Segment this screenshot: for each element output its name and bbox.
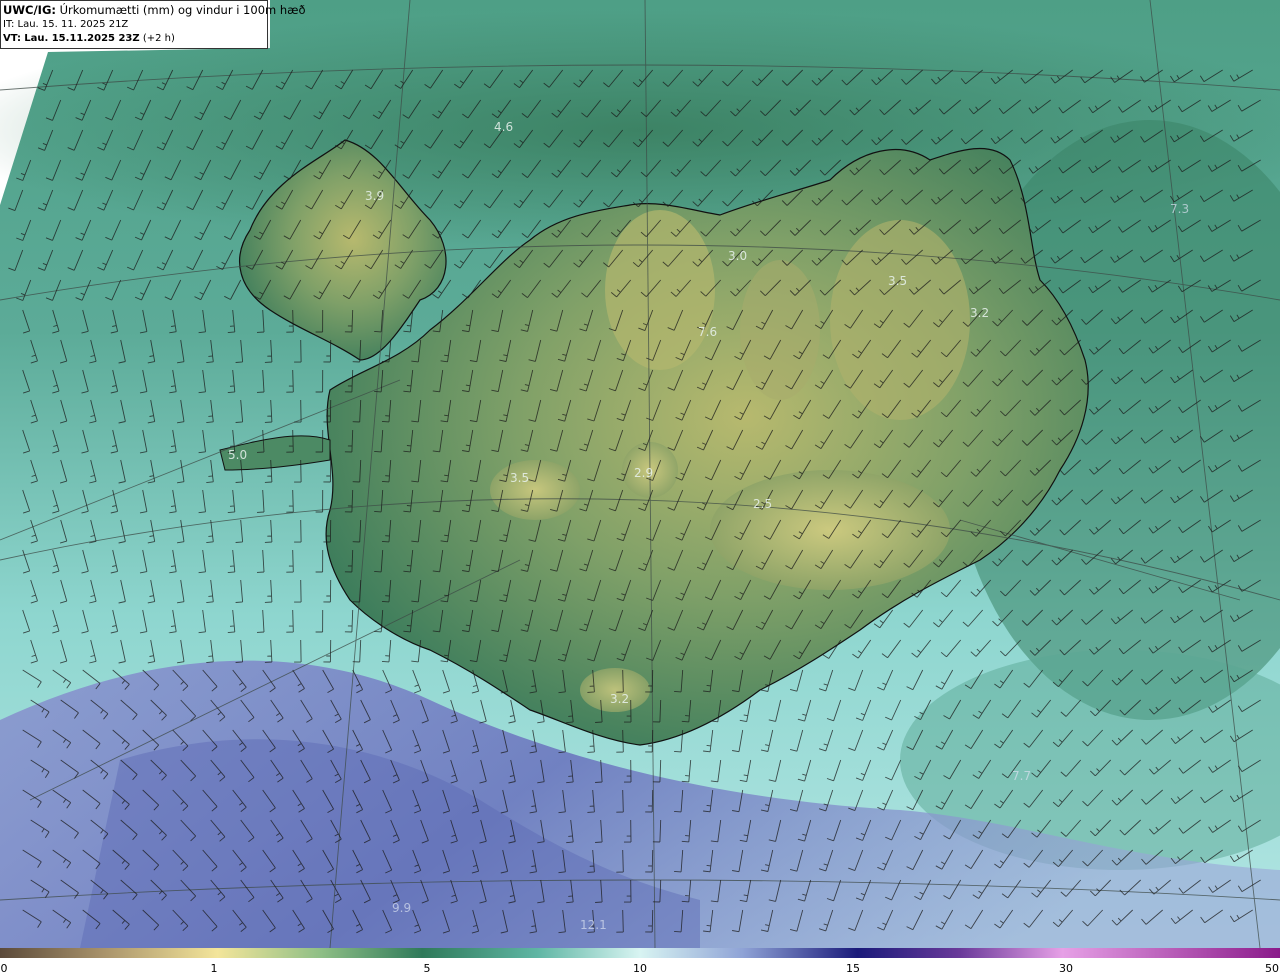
map-label: 3.2 xyxy=(610,692,629,706)
valid-label: VT: xyxy=(3,33,22,44)
map-label: 3.9 xyxy=(365,189,384,203)
colorbar-tick: 10 xyxy=(633,962,647,975)
map-label: 2.5 xyxy=(753,497,772,511)
map-label: 3.2 xyxy=(970,306,989,320)
colorbar-tick: 5 xyxy=(423,962,431,975)
map-label: 3.5 xyxy=(510,471,529,485)
map-label: 3.0 xyxy=(728,249,747,263)
colorbar-tick: 50 xyxy=(1265,962,1279,975)
map-label: 7.7 xyxy=(1012,769,1031,783)
title-line: UWC/IG: Úrkomumætti (mm) og vindur i 100… xyxy=(3,3,306,18)
colorbar-tick: 15 xyxy=(846,962,860,975)
map-info-box: UWC/IG: Úrkomumætti (mm) og vindur i 100… xyxy=(0,0,306,49)
map-label: 2.9 xyxy=(634,466,653,480)
map-canvas: 4.6 3.9 3.0 7.3 3.5 3.2 7.6 5.0 3.5 2.9 … xyxy=(0,0,1280,948)
colorbar-tick: 30 xyxy=(1059,962,1073,975)
weather-map: 4.6 3.9 3.0 7.3 3.5 3.2 7.6 5.0 3.5 2.9 … xyxy=(0,0,1280,978)
map-label: 12.1 xyxy=(580,918,607,932)
colorbar-strip xyxy=(0,948,1280,958)
lead-time: (+2 h) xyxy=(142,33,175,44)
init-time-line: IT: Lau. 15. 11. 2025 21Z xyxy=(3,18,264,32)
map-label: 7.6 xyxy=(698,325,717,339)
map-label: 4.6 xyxy=(494,120,513,134)
valid-time-line: VT: Lau. 15.11.2025 23Z (+2 h) xyxy=(3,32,264,46)
valid-time: Lau. 15.11.2025 23Z xyxy=(24,33,140,44)
map-label: 3.5 xyxy=(888,274,907,288)
product-code: UWC/IG: xyxy=(3,3,56,17)
colorbar-tick: 0 xyxy=(0,962,8,975)
map-title: Úrkomumætti (mm) og vindur i 100m hæð xyxy=(59,3,306,17)
init-label: IT: xyxy=(3,19,15,30)
colorbar: 0 1 5 10 15 30 50 xyxy=(0,948,1280,978)
map-label: 9.9 xyxy=(392,901,411,915)
colorbar-tick: 1 xyxy=(210,962,218,975)
init-time: Lau. 15. 11. 2025 21Z xyxy=(17,19,129,30)
map-label: 7.3 xyxy=(1170,202,1189,216)
map-label: 5.0 xyxy=(228,448,247,462)
